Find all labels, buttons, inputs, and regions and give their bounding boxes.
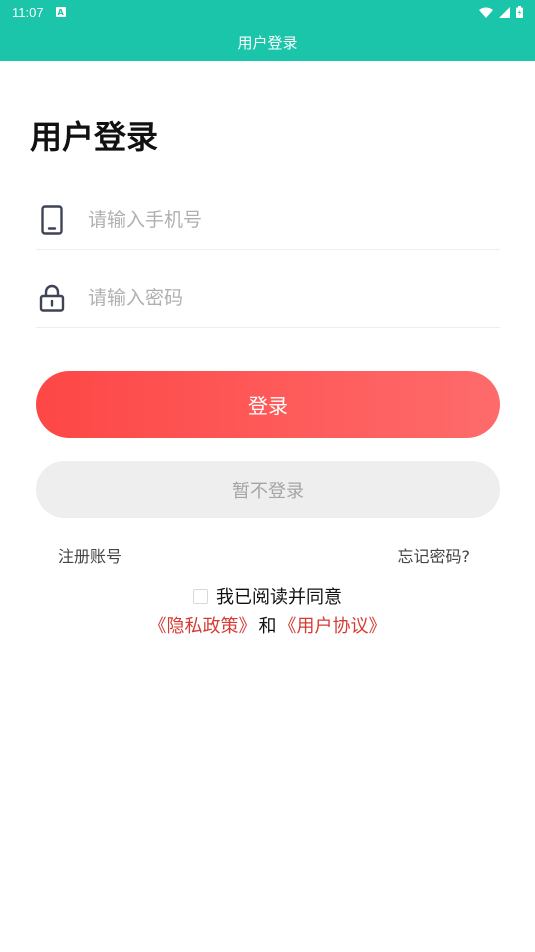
app-bar: 用户登录	[0, 24, 535, 61]
notification-icon: A	[55, 7, 66, 17]
wifi-icon	[479, 7, 493, 18]
privacy-policy-link[interactable]: 《隐私政策》	[149, 612, 257, 638]
app-bar-title: 用户登录	[237, 34, 298, 52]
status-bar: 11:07 A	[0, 0, 535, 24]
agreement-checkbox[interactable]	[193, 588, 208, 604]
page-title: 用户登录	[30, 118, 159, 156]
phone-icon	[36, 204, 68, 236]
policy-and-text: 和	[258, 616, 277, 637]
phone-field[interactable]	[36, 190, 500, 250]
skip-login-button[interactable]: 暂不登录	[36, 461, 500, 518]
policy-row: 《隐私政策》 和 《用户协议》	[0, 612, 535, 638]
lock-icon	[36, 282, 68, 314]
status-time: 11:07	[12, 4, 44, 20]
phone-input[interactable]	[88, 208, 468, 231]
status-icons	[479, 6, 523, 18]
password-field[interactable]	[36, 268, 500, 328]
agreement-text: 我已阅读并同意	[216, 587, 342, 608]
signal-icon	[499, 6, 510, 18]
login-button[interactable]: 登录	[36, 371, 500, 438]
agreement-row: 我已阅读并同意	[0, 583, 535, 609]
user-agreement-link[interactable]: 《用户协议》	[279, 612, 387, 638]
password-input[interactable]	[88, 286, 468, 309]
battery-icon	[516, 6, 523, 18]
register-link[interactable]: 注册账号	[58, 543, 122, 567]
forgot-password-link[interactable]: 忘记密码?	[398, 543, 471, 567]
